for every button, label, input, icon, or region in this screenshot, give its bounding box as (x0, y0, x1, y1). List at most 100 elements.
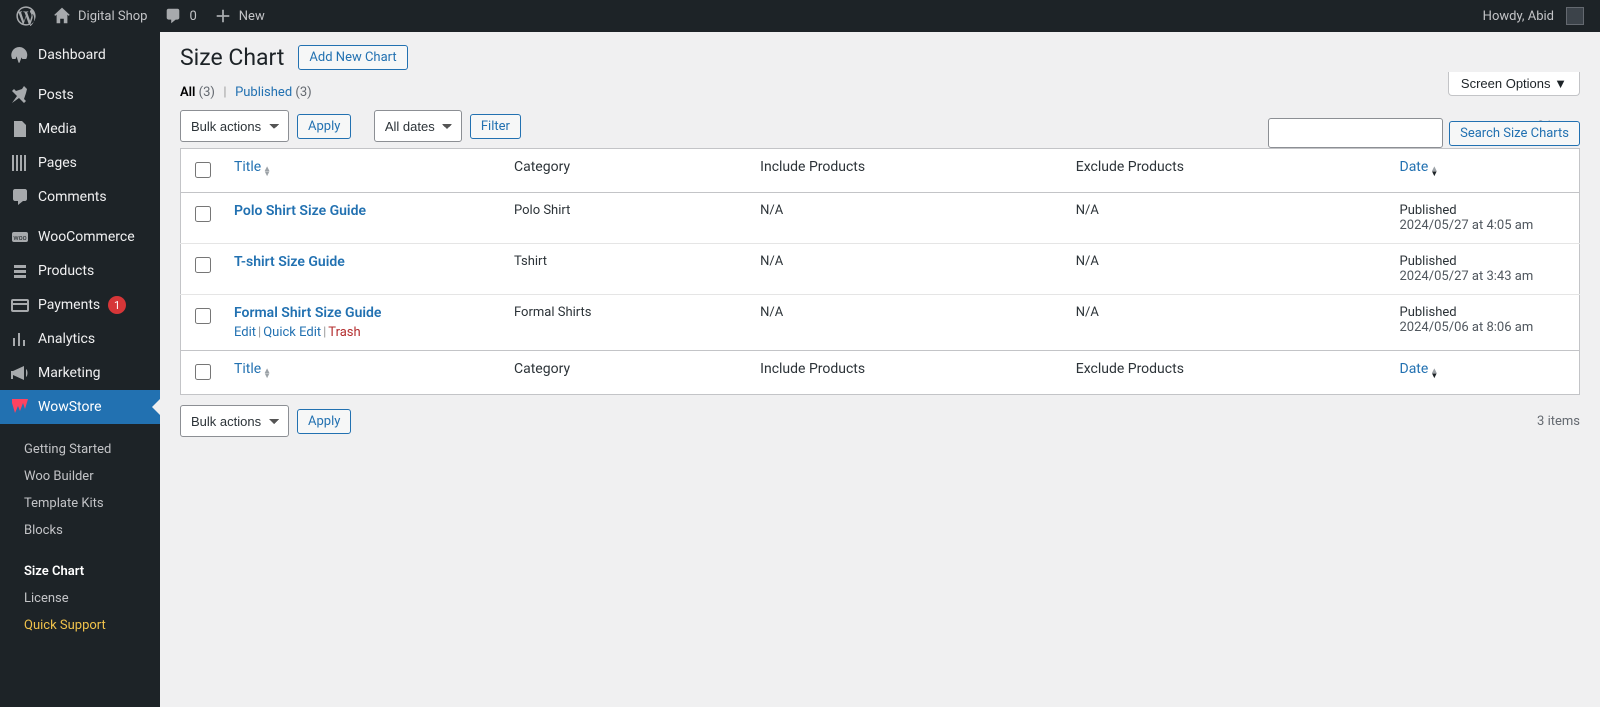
cell-include: N/A (750, 244, 1066, 295)
home-icon (52, 6, 72, 26)
col-date[interactable]: Date▲▼ (1400, 361, 1439, 377)
sidebar-item-comments[interactable]: Comments (0, 180, 160, 214)
col-category: Category (504, 351, 750, 395)
sidebar-subitem-blocks[interactable]: Blocks (14, 517, 160, 544)
post-views: All (3) | Published (3) (180, 85, 1580, 100)
avatar (1566, 7, 1584, 25)
col-date[interactable]: Date▲▼ (1400, 159, 1439, 175)
cell-exclude: N/A (1066, 244, 1390, 295)
col-exclude: Exclude Products (1066, 351, 1390, 395)
col-include: Include Products (750, 351, 1066, 395)
sort-icon: ▲▼ (1430, 368, 1438, 378)
svg-text:woo: woo (13, 234, 26, 242)
sidebar-subitem-getting-started[interactable]: Getting Started (14, 436, 160, 463)
sort-icon: ▲▼ (263, 368, 271, 378)
cell-category: Formal Shirts (504, 295, 750, 351)
marketing-icon (10, 363, 30, 383)
sidebar-item-products[interactable]: Products (0, 254, 160, 288)
sidebar-item-wowstore[interactable]: WowStore (0, 390, 160, 424)
sidebar-item-marketing[interactable]: Marketing (0, 356, 160, 390)
add-new-chart-button[interactable]: Add New Chart (298, 45, 407, 70)
search-input[interactable] (1268, 118, 1443, 148)
col-title[interactable]: Title▲▼ (234, 361, 271, 377)
sidebar-item-analytics[interactable]: Analytics (0, 322, 160, 356)
sidebar-subitem-size-chart[interactable]: Size Chart (14, 558, 160, 585)
site-home[interactable]: Digital Shop (44, 0, 155, 32)
col-title[interactable]: Title▲▼ (234, 159, 271, 175)
comments-count: 0 (189, 9, 196, 24)
toolbar-account[interactable]: Howdy, Abid (1475, 0, 1592, 32)
row-quick-edit[interactable]: Quick Edit (263, 325, 321, 340)
wp-logo[interactable] (8, 0, 44, 32)
row-title-link[interactable]: Polo Shirt Size Guide (234, 203, 366, 219)
woo-icon: woo (10, 227, 30, 247)
page-title: Size Chart (180, 44, 284, 71)
view-published[interactable]: Published (235, 85, 292, 100)
items-count-bottom: 3 items (1537, 414, 1580, 429)
sidebar-item-woocommerce[interactable]: wooWooCommerce (0, 220, 160, 254)
cell-include: N/A (750, 193, 1066, 244)
toolbar-comments[interactable]: 0 (155, 0, 204, 32)
admin-toolbar: Digital Shop 0 New Howdy, Abid (0, 0, 1600, 32)
sidebar-subitem-woo-builder[interactable]: Woo Builder (14, 463, 160, 490)
page-icon (10, 153, 30, 173)
sidebar-item-pages[interactable]: Pages (0, 146, 160, 180)
date-filter-select[interactable]: All dates (374, 110, 462, 142)
cell-exclude: N/A (1066, 193, 1390, 244)
sort-icon: ▲▼ (263, 166, 271, 176)
screen-options-button[interactable]: Screen Options ▼ (1448, 72, 1580, 96)
wowstore-icon (10, 397, 30, 417)
sidebar-item-payments[interactable]: Payments1 (0, 288, 160, 322)
row-actions: Edit|Quick Edit|Trash (234, 325, 494, 340)
sidebar-subitem-quick-support[interactable]: Quick Support (14, 612, 160, 639)
cell-category: Polo Shirt (504, 193, 750, 244)
cell-category: Tshirt (504, 244, 750, 295)
select-all-checkbox[interactable] (195, 162, 211, 178)
admin-sidebar: Dashboard PostsMediaPagesComments wooWooCo… (0, 32, 160, 707)
filter-button[interactable]: Filter (470, 114, 521, 139)
sidebar-item-media[interactable]: Media (0, 112, 160, 146)
search-button[interactable]: Search Size Charts (1449, 121, 1580, 146)
bulk-actions-select[interactable]: Bulk actions (180, 110, 289, 142)
tablenav-bottom: Bulk actions Apply 3 items (180, 405, 1580, 437)
dashboard-icon (10, 45, 30, 65)
media-icon (10, 119, 30, 139)
products-icon (10, 261, 30, 281)
row-checkbox[interactable] (195, 308, 211, 324)
col-include: Include Products (750, 149, 1066, 193)
view-all[interactable]: All (180, 85, 195, 100)
row-edit[interactable]: Edit (234, 325, 256, 340)
toolbar-new[interactable]: New (205, 0, 273, 32)
screen-options-wrap: Screen Options ▼ (1448, 72, 1580, 96)
cell-date: Published2024/05/06 at 8:06 am (1390, 295, 1580, 351)
search-box: Search Size Charts (1268, 118, 1580, 148)
bulk-actions-select-bottom[interactable]: Bulk actions (180, 405, 289, 437)
cell-exclude: N/A (1066, 295, 1390, 351)
plus-icon (213, 6, 233, 26)
comment-icon (10, 187, 30, 207)
comment-icon (163, 6, 183, 26)
apply-button[interactable]: Apply (297, 114, 351, 139)
table-row: Polo Shirt Size GuidePolo ShirtN/AN/APub… (181, 193, 1580, 244)
table-row: T-shirt Size GuideTshirtN/AN/APublished2… (181, 244, 1580, 295)
table-row: Formal Shirt Size Guide Edit|Quick Edit|T… (181, 295, 1580, 351)
badge: 1 (108, 296, 126, 314)
payments-icon (10, 295, 30, 315)
cell-include: N/A (750, 295, 1066, 351)
col-exclude: Exclude Products (1066, 149, 1390, 193)
row-checkbox[interactable] (195, 206, 211, 222)
sidebar-item-posts[interactable]: Posts (0, 78, 160, 112)
cell-date: Published2024/05/27 at 3:43 am (1390, 244, 1580, 295)
row-title-link[interactable]: Formal Shirt Size Guide (234, 305, 381, 321)
cell-date: Published2024/05/27 at 4:05 am (1390, 193, 1580, 244)
sidebar-subitem-template-kits[interactable]: Template Kits (14, 490, 160, 517)
select-all-checkbox-bottom[interactable] (195, 364, 211, 380)
content-area: Screen Options ▼ Size Chart Add New Char… (160, 32, 1600, 707)
sidebar-item-dashboard[interactable]: Dashboard (0, 38, 160, 72)
row-trash[interactable]: Trash (328, 325, 360, 340)
row-title-link[interactable]: T-shirt Size Guide (234, 254, 345, 270)
site-name: Digital Shop (78, 9, 147, 24)
sidebar-subitem-license[interactable]: License (14, 585, 160, 612)
apply-button-bottom[interactable]: Apply (297, 409, 351, 434)
row-checkbox[interactable] (195, 257, 211, 273)
